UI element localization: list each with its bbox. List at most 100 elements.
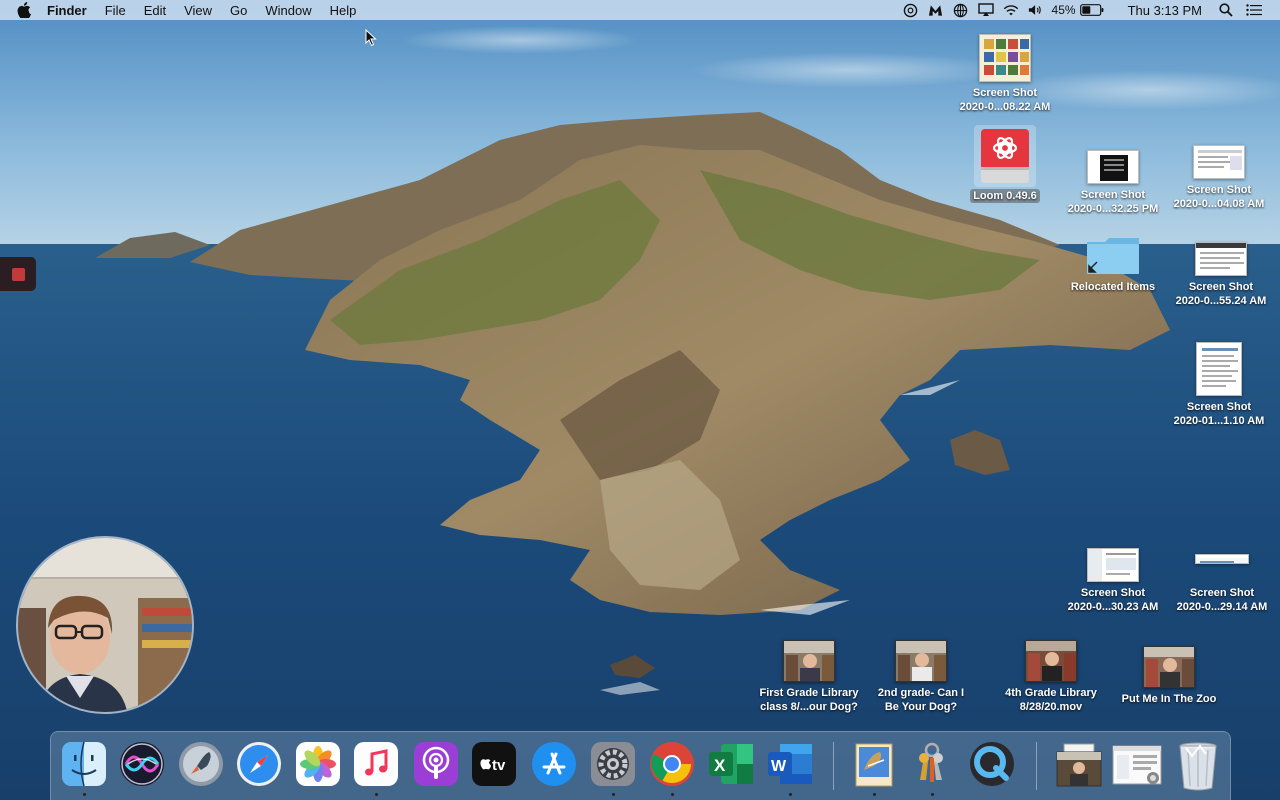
desktop-file-screenshot[interactable]: Screen Shot 2020-0...32.25 PM <box>1058 136 1168 216</box>
desktop-file-screenshot[interactable]: Screen Shot 2020-0...08.22 AM <box>950 32 1060 114</box>
apple-tv-icon: tv <box>472 742 516 786</box>
dock-app-store[interactable] <box>529 740 579 792</box>
desktop-folder-relocated-items[interactable]: Relocated Items <box>1058 236 1168 294</box>
dock-podcasts[interactable] <box>411 740 461 792</box>
screenshot-thumbnail-icon <box>1196 342 1242 396</box>
excel-letter: X <box>714 756 726 775</box>
file-name-line2: 2020-0...30.23 AM <box>1067 601 1159 613</box>
dock-downloads-stack[interactable] <box>1054 740 1104 792</box>
running-indicator <box>872 793 876 796</box>
dock-apple-tv[interactable]: tv <box>469 740 519 792</box>
dock-launchpad[interactable] <box>176 740 226 792</box>
downloads-stack-icon <box>1056 743 1102 787</box>
dock-finder[interactable] <box>59 740 109 796</box>
launchpad-icon <box>179 742 223 786</box>
dock-preview-stack[interactable] <box>1112 740 1162 792</box>
folder-name: Relocated Items <box>1070 281 1156 293</box>
file-name-line1: Screen Shot <box>1080 587 1146 599</box>
dock-siri[interactable] <box>117 740 167 792</box>
dock-mail[interactable] <box>849 740 899 796</box>
webcam-bubble[interactable] <box>16 536 194 714</box>
dock-excel[interactable]: X <box>706 740 756 792</box>
menu-edit[interactable]: Edit <box>144 3 166 18</box>
loom-stop-recording-button[interactable] <box>0 257 36 291</box>
battery-icon[interactable] <box>1079 2 1104 18</box>
search-icon[interactable] <box>1218 2 1234 18</box>
wifi-icon[interactable] <box>1003 2 1019 18</box>
video-thumbnail-icon <box>1025 640 1077 682</box>
menu-go[interactable]: Go <box>230 3 247 18</box>
running-indicator <box>82 793 86 796</box>
file-name-line1: Screen Shot <box>972 87 1038 99</box>
quicktime-icon <box>970 742 1014 786</box>
dock-music[interactable] <box>351 740 401 796</box>
file-name-line2: 2020-0...04.08 AM <box>1173 198 1265 210</box>
video-thumbnail-icon <box>783 640 835 682</box>
chrome-icon <box>650 742 694 786</box>
dock-safari[interactable] <box>234 740 284 792</box>
menu-bar: Finder File Edit View Go Window Help 45%… <box>0 0 1280 20</box>
desktop-video-first-grade[interactable]: First Grade Library class 8/...our Dog? <box>754 638 864 714</box>
file-name-line2: 2020-0...08.22 AM <box>959 101 1051 113</box>
app-menu-finder[interactable]: Finder <box>47 3 87 18</box>
notification-center-icon[interactable] <box>1246 2 1262 18</box>
file-name-line1: Screen Shot <box>1186 401 1252 413</box>
apple-menu-icon[interactable] <box>17 2 33 18</box>
battery-percent: 45% <box>1051 3 1076 17</box>
dock-separator <box>833 742 834 790</box>
dock: tv X W <box>50 731 1231 800</box>
menu-window[interactable]: Window <box>265 3 311 18</box>
dock-keychain[interactable] <box>907 740 957 796</box>
desktop-file-screenshot[interactable]: Screen Shot 2020-0...04.08 AM <box>1164 131 1274 211</box>
app-store-icon <box>532 742 576 786</box>
file-name-line2: 2020-0...29.14 AM <box>1176 601 1268 613</box>
screenshot-thumbnail-icon <box>1195 242 1247 276</box>
airplay-icon[interactable] <box>977 2 994 18</box>
music-icon <box>354 742 398 786</box>
screenshot-thumbnail-icon <box>1087 548 1139 582</box>
excel-icon: X <box>709 744 753 784</box>
running-indicator <box>670 793 674 796</box>
running-indicator <box>930 793 934 796</box>
dock-quicktime[interactable] <box>967 740 1017 792</box>
podcasts-icon <box>414 742 458 786</box>
desktop-file-screenshot[interactable]: Screen Shot 2020-01...1.10 AM <box>1164 342 1274 428</box>
dock-system-preferences[interactable] <box>588 740 638 796</box>
loom-disk-icon <box>974 125 1036 187</box>
malwarebytes-icon[interactable] <box>928 2 944 18</box>
running-indicator <box>374 793 378 796</box>
volume-icon[interactable] <box>1028 2 1044 18</box>
folder-alias-icon <box>1087 238 1139 274</box>
apple-tv-label: tv <box>492 757 506 774</box>
desktop-file-screenshot[interactable]: Screen Shot 2020-0...30.23 AM <box>1058 536 1168 614</box>
desktop-app-loom[interactable]: Loom 0.49.6 <box>950 125 1060 203</box>
desktop-video-put-me-in-the-zoo[interactable]: Put Me In The Zoo <box>1114 640 1224 706</box>
photos-icon <box>296 742 340 786</box>
dock-trash[interactable] <box>1173 740 1223 792</box>
safari-icon <box>237 742 281 786</box>
screenshot-thumbnail-icon <box>1087 150 1139 184</box>
menu-file[interactable]: File <box>105 3 126 18</box>
menu-help[interactable]: Help <box>330 3 357 18</box>
file-name-line1: 2nd grade- Can I <box>877 687 965 699</box>
creative-cloud-icon[interactable] <box>903 2 919 18</box>
globe-icon[interactable] <box>953 2 969 18</box>
running-indicator <box>611 793 615 796</box>
desktop-file-screenshot[interactable]: Screen Shot 2020-0...29.14 AM <box>1167 536 1277 614</box>
desktop-video-fourth-grade[interactable]: 4th Grade Library 8/28/20.mov <box>996 636 1106 714</box>
stop-icon <box>11 267 25 281</box>
file-name-line2: 8/28/20.mov <box>1019 701 1083 713</box>
finder-icon <box>62 741 106 787</box>
dock-photos[interactable] <box>293 740 343 792</box>
mouse-pointer-icon <box>365 29 377 47</box>
dock-word[interactable]: W <box>765 740 815 796</box>
desktop-video-second-grade[interactable]: 2nd grade- Can I Be Your Dog? <box>866 636 976 714</box>
desktop-file-screenshot[interactable]: Screen Shot 2020-0...55.24 AM <box>1166 236 1276 308</box>
menu-view[interactable]: View <box>184 3 212 18</box>
video-thumbnail-icon <box>1143 646 1195 688</box>
file-name-line2: 2020-0...32.25 PM <box>1067 203 1159 215</box>
dock-chrome[interactable] <box>647 740 697 796</box>
file-name-line1: Screen Shot <box>1189 587 1255 599</box>
mail-icon <box>855 743 893 787</box>
menu-clock[interactable]: Thu 3:13 PM <box>1128 3 1202 18</box>
